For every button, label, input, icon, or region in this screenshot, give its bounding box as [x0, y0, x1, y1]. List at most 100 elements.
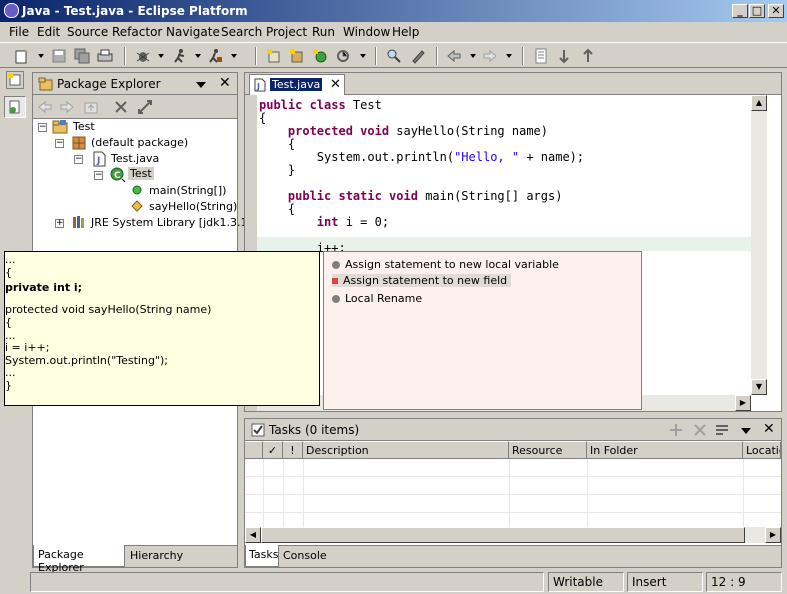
save-icon[interactable]	[51, 48, 67, 64]
code-string: "Hello, "	[454, 150, 520, 164]
search-icon[interactable]	[386, 48, 402, 64]
column-header-completed[interactable]: ✓	[263, 441, 283, 459]
menu-project[interactable]: Project	[266, 25, 307, 39]
column-header-in-folder[interactable]: In Folder	[587, 441, 743, 459]
view-menu-icon[interactable]	[741, 428, 751, 434]
menu-navigate[interactable]: Navigate	[166, 25, 220, 39]
link-with-editor-icon[interactable]	[137, 99, 153, 115]
tree-item-test-class[interactable]: Test	[128, 167, 154, 180]
chevron-down-icon[interactable]	[360, 54, 366, 58]
back-arrow-icon[interactable]	[446, 48, 462, 64]
menu-file[interactable]: File	[9, 25, 29, 39]
scroll-down-button[interactable]: ▼	[751, 379, 767, 395]
tab-package-explorer[interactable]: Package Explorer	[33, 545, 125, 574]
code-line[interactable]: System.out.println("Hello, " + name);	[259, 150, 584, 164]
vertical-scrollbar[interactable]: ▲ ▼	[751, 95, 767, 395]
tree-item-test-java[interactable]: Test.java	[111, 152, 159, 165]
code-line[interactable]: {	[259, 137, 295, 151]
code-text: + name);	[519, 150, 585, 164]
tree-item-project[interactable]: Test	[73, 120, 95, 133]
maximize-button[interactable]: □	[749, 4, 765, 18]
marker-icon[interactable]	[410, 48, 426, 64]
forward-icon[interactable]	[59, 99, 75, 115]
forward-arrow-icon[interactable]	[482, 48, 498, 64]
scroll-thumb[interactable]	[261, 527, 745, 543]
menu-run[interactable]: Run	[312, 25, 335, 39]
column-header-resource[interactable]: Resource	[509, 441, 587, 459]
java-perspective-icon[interactable]	[4, 96, 26, 118]
new-package-icon[interactable]	[289, 48, 305, 64]
close-view-icon[interactable]: ✕	[763, 421, 775, 437]
scroll-right-button[interactable]: ▶	[735, 395, 751, 411]
menu-source[interactable]: Source	[67, 25, 108, 39]
external-tools-icon[interactable]	[207, 48, 223, 64]
filter-icon[interactable]	[715, 423, 729, 437]
column-header-description[interactable]: Description	[303, 441, 509, 459]
menu-edit[interactable]: Edit	[37, 25, 60, 39]
quick-fix-item-selected[interactable]: Assign statement to new field	[332, 274, 512, 287]
code-line[interactable]: {	[259, 202, 295, 216]
minimize-button[interactable]: _	[732, 4, 748, 18]
tree-expander[interactable]: −	[94, 171, 103, 180]
tasks-horizontal-scrollbar[interactable]: ◀ ▶	[245, 527, 781, 543]
tab-test-java[interactable]: J Test.java ✕	[249, 74, 345, 95]
open-perspective-icon[interactable]	[6, 71, 24, 89]
column-header-location[interactable]: Locatio	[743, 441, 781, 459]
back-icon[interactable]	[37, 99, 53, 115]
tree-expander[interactable]: +	[55, 219, 64, 228]
menu-window[interactable]: Window	[343, 25, 390, 39]
code-line[interactable]: int i = 0;	[259, 215, 389, 229]
tree-expander[interactable]: −	[38, 123, 47, 132]
new-task-icon[interactable]	[669, 423, 683, 437]
column-header-blank[interactable]	[245, 441, 263, 459]
chevron-down-icon[interactable]	[195, 54, 201, 58]
delete-icon[interactable]	[693, 423, 707, 437]
show-source-icon[interactable]	[533, 48, 549, 64]
debug-icon[interactable]	[135, 48, 151, 64]
menu-search[interactable]: Search	[221, 25, 262, 39]
run-icon[interactable]	[172, 48, 188, 64]
chevron-down-icon[interactable]	[231, 54, 237, 58]
next-annotation-icon[interactable]	[556, 48, 572, 64]
chevron-down-icon[interactable]	[158, 54, 164, 58]
new-class-icon[interactable]	[312, 48, 328, 64]
code-line[interactable]: protected void sayHello(String name)	[259, 124, 548, 138]
scroll-left-button[interactable]: ◀	[245, 527, 261, 543]
open-type-icon[interactable]	[335, 48, 351, 64]
close-button[interactable]: ✕	[768, 4, 784, 18]
quick-fix-item[interactable]: Assign statement to new local variable	[332, 258, 559, 271]
chevron-down-icon[interactable]	[470, 54, 476, 58]
tab-hierarchy[interactable]: Hierarchy	[130, 549, 183, 562]
scroll-up-button[interactable]: ▲	[751, 95, 767, 111]
local-variable-icon	[332, 261, 340, 269]
tree-item-default-package[interactable]: (default package)	[91, 136, 188, 149]
tree-item-sayhello-method[interactable]: sayHello(String)	[149, 200, 237, 213]
previous-annotation-icon[interactable]	[580, 48, 596, 64]
print-icon[interactable]	[97, 48, 113, 64]
menu-refactor[interactable]: Refactor	[112, 25, 162, 39]
tab-console[interactable]: Console	[283, 549, 327, 562]
quick-fix-item[interactable]: Local Rename	[332, 292, 422, 305]
scroll-right-button[interactable]: ▶	[765, 527, 781, 543]
up-icon[interactable]	[83, 99, 99, 115]
code-line[interactable]: public class Test	[259, 98, 382, 112]
tree-expander[interactable]: −	[55, 139, 64, 148]
menu-help[interactable]: Help	[392, 25, 419, 39]
view-menu-icon[interactable]	[196, 82, 206, 88]
tree-item-main-method[interactable]: main(String[])	[149, 184, 226, 197]
column-header-priority[interactable]: !	[283, 441, 303, 459]
chevron-down-icon[interactable]	[506, 54, 512, 58]
close-view-icon[interactable]: ✕	[219, 75, 231, 91]
code-line[interactable]: public static void main(String[] args)	[259, 189, 563, 203]
chevron-down-icon[interactable]	[38, 54, 44, 58]
close-tab-icon[interactable]: ✕	[330, 77, 341, 92]
new-java-project-icon[interactable]	[266, 48, 282, 64]
tree-expander[interactable]: −	[74, 155, 83, 164]
new-wizard-icon[interactable]	[14, 48, 30, 64]
code-line[interactable]: }	[259, 163, 295, 177]
tab-tasks[interactable]: Tasks	[245, 545, 279, 567]
collapse-all-icon[interactable]	[113, 99, 129, 115]
tree-item-jre-library[interactable]: JRE System Library [jdk1.3.1]	[91, 216, 252, 229]
save-all-icon[interactable]	[74, 48, 90, 64]
code-line[interactable]: {	[259, 111, 266, 125]
